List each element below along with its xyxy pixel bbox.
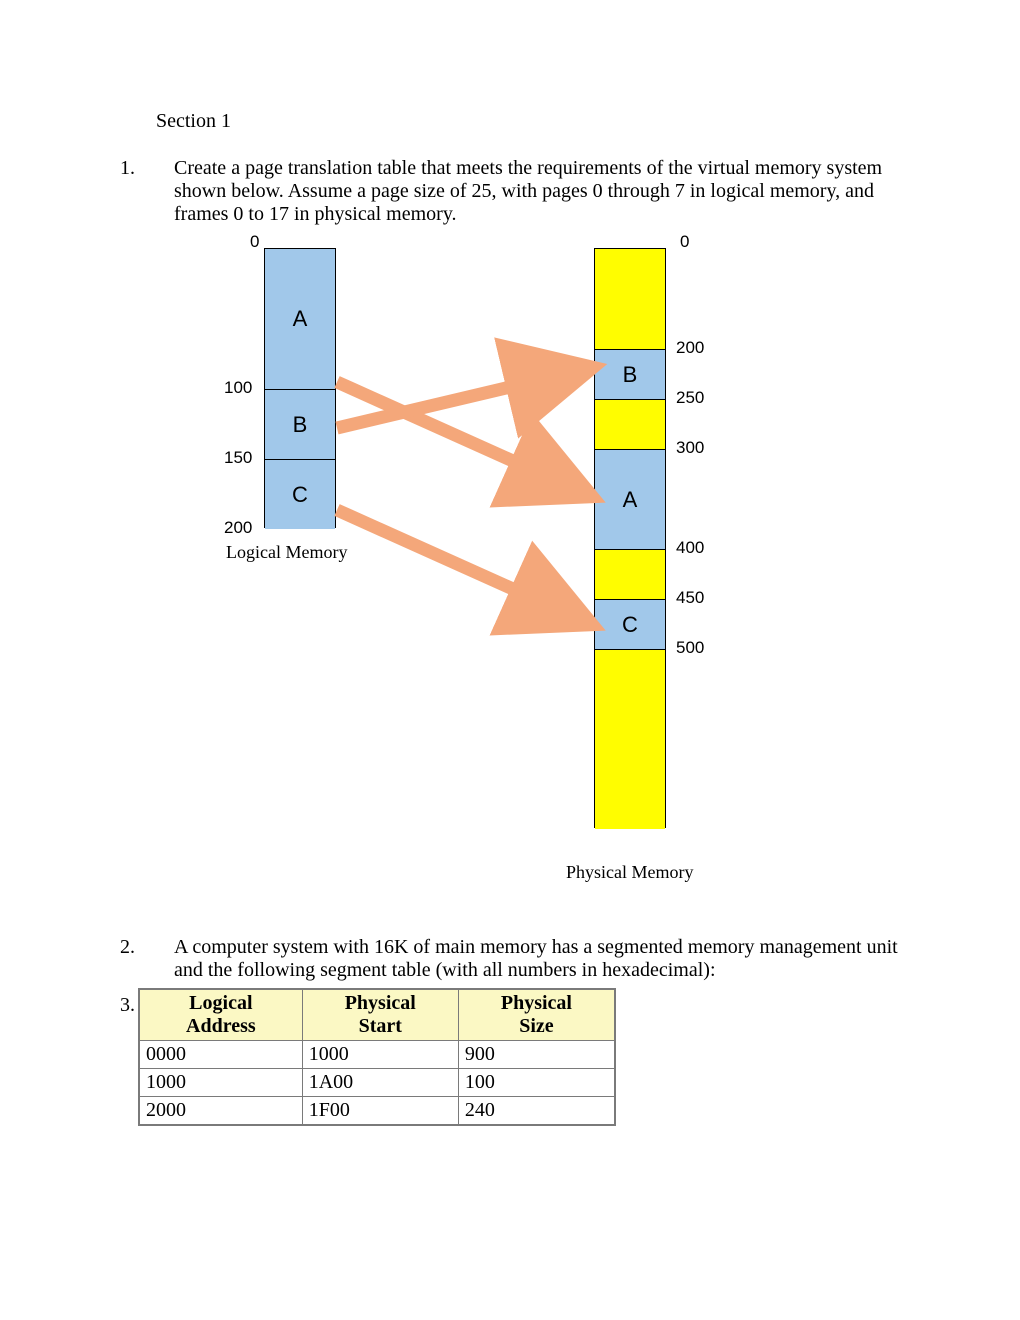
table-row: 0000 1000 900: [139, 1041, 615, 1069]
table-row: 1000 1A00 100: [139, 1069, 615, 1097]
physical-tick-500: 500: [676, 638, 704, 658]
physical-tick-300: 300: [676, 438, 704, 458]
logical-tick-200: 200: [224, 518, 252, 538]
physical-seg-c: C: [595, 599, 665, 649]
memory-diagram: A B C 0 100 150 200 Logical Memory B A C: [164, 230, 864, 930]
th-logical-address: LogicalAddress: [139, 989, 302, 1041]
logical-tick-0: 0: [250, 232, 259, 252]
cell: 240: [458, 1097, 615, 1126]
th-physical-size: PhysicalSize: [458, 989, 615, 1041]
question-1: 1. Create a page translation table that …: [120, 157, 900, 930]
physical-tick-400: 400: [676, 538, 704, 558]
physical-memory-column: B A C: [594, 248, 666, 828]
q3-number: 3.: [120, 988, 138, 1017]
cell: 1F00: [302, 1097, 458, 1126]
physical-seg-500: [595, 649, 665, 829]
logical-seg-c: C: [265, 459, 335, 529]
cell: 100: [458, 1069, 615, 1097]
physical-tick-0: 0: [680, 232, 689, 252]
question-2: 2. A computer system with 16K of main me…: [120, 936, 900, 982]
cell: 2000: [139, 1097, 302, 1126]
physical-seg-b: B: [595, 349, 665, 399]
segment-table-row: 3. LogicalAddress PhysicalStart Physical…: [120, 988, 900, 1126]
cell: 1000: [302, 1041, 458, 1069]
physical-tick-450: 450: [676, 588, 704, 608]
q2-text: A computer system with 16K of main memor…: [174, 936, 900, 982]
cell: 1A00: [302, 1069, 458, 1097]
physical-seg-a: A: [595, 449, 665, 549]
logical-tick-150: 150: [224, 448, 252, 468]
table-header-row: LogicalAddress PhysicalStart PhysicalSiz…: [139, 989, 615, 1041]
q2-number: 2.: [120, 936, 174, 982]
cell: 1000: [139, 1069, 302, 1097]
physical-tick-250: 250: [676, 388, 704, 408]
physical-seg-250: [595, 399, 665, 449]
logical-memory-column: A B C: [264, 248, 336, 528]
physical-tick-200: 200: [676, 338, 704, 358]
cell: 0000: [139, 1041, 302, 1069]
th-physical-start: PhysicalStart: [302, 989, 458, 1041]
physical-seg-0: [595, 249, 665, 349]
physical-caption: Physical Memory: [566, 862, 694, 883]
logical-tick-100: 100: [224, 378, 252, 398]
logical-seg-a: A: [265, 249, 335, 389]
segment-table: LogicalAddress PhysicalStart PhysicalSiz…: [138, 988, 616, 1126]
table-row: 2000 1F00 240: [139, 1097, 615, 1126]
physical-seg-400: [595, 549, 665, 599]
section-heading: Section 1: [156, 110, 900, 133]
cell: 900: [458, 1041, 615, 1069]
q1-text: Create a page translation table that mee…: [174, 157, 900, 226]
logical-caption: Logical Memory: [226, 542, 347, 563]
logical-seg-b: B: [265, 389, 335, 459]
